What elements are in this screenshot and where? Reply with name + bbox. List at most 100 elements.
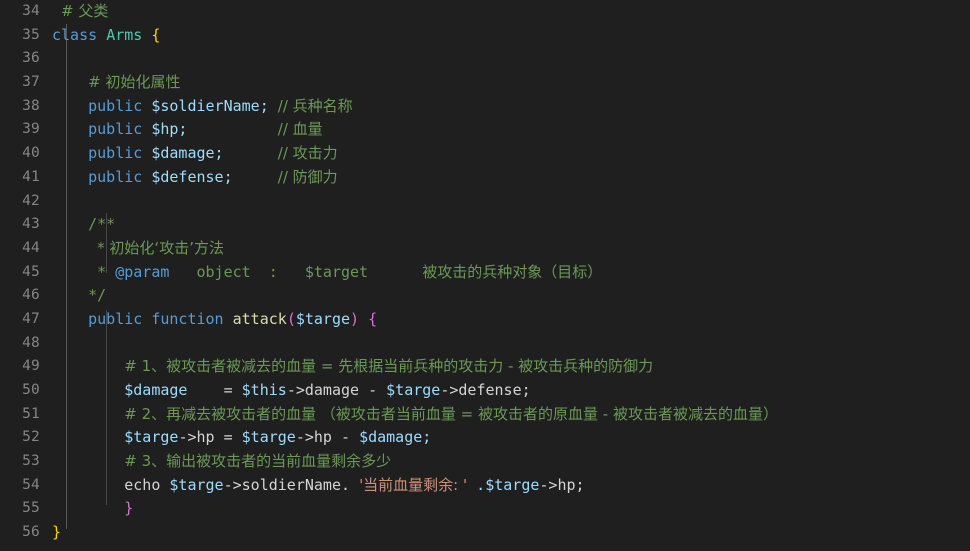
token-property: ->damage: [286, 381, 360, 399]
line-number: 39: [22, 121, 40, 138]
token-keyword-class: class: [52, 25, 98, 44]
token-comment: // 兵种名称: [277, 96, 353, 115]
token-comment: # 父类: [61, 2, 109, 20]
code-content[interactable]: # 父类 class Arms { # 初始化属性 public $soldie…: [52, 0, 970, 551]
token-comment: // 血量: [277, 120, 323, 139]
token-variable: $soldierName;: [151, 96, 269, 115]
token-brace-close: }: [52, 523, 62, 542]
token-variable: $defense;: [151, 167, 233, 186]
token-docblock-open: /**: [88, 215, 116, 234]
token-doc-param-name: $target: [304, 262, 369, 281]
token-class-name: Arms: [106, 25, 143, 44]
line-number: 51: [22, 405, 40, 422]
code-line-empty[interactable]: [52, 190, 970, 214]
token-brace-open: {: [368, 309, 378, 328]
token-operator-assign: =: [223, 381, 233, 399]
token-comment: # 1、被攻击者被减去的血量 = 先根据当前兵种的攻击力 - 被攻击兵种的防御力: [124, 357, 654, 376]
token-variable: $hp;: [151, 120, 188, 139]
code-line[interactable]: # 2、再减去被攻击者的血量 （被攻击者当前血量 = 被攻击者的原血量 - 被攻…: [52, 403, 970, 427]
token-keyword-function: function: [151, 309, 224, 328]
token-variable: $targe: [241, 428, 296, 447]
code-line[interactable]: public $defense; // 防御力: [52, 166, 970, 190]
token-keyword-public: public: [88, 309, 143, 328]
line-number: 55: [22, 500, 40, 517]
token-variable-arg: $targe: [295, 309, 351, 328]
token-variable-this: $this: [241, 381, 287, 399]
line-number: 41: [22, 168, 40, 185]
token-comment: // 攻击力: [277, 144, 338, 163]
token-keyword-public: public: [88, 167, 143, 186]
code-line[interactable]: echo $targe->soldierName. '当前血量剩余: ' .$t…: [52, 474, 970, 498]
code-editor[interactable]: 34 35 36 37 38 39 40 41 42 43 44 45 46 4…: [0, 0, 970, 551]
code-line[interactable]: # 3、输出被攻击者的当前血量剩余多少: [52, 450, 970, 474]
token-comment: # 3、输出被攻击者的当前血量剩余多少: [124, 452, 392, 471]
token-operator-minus: -: [341, 428, 351, 447]
line-number: 52: [22, 429, 40, 446]
token-docblock-text: * 初始化‘攻击’方法: [97, 238, 224, 257]
token-docblock-close: */: [88, 286, 107, 305]
token-paren-close: ): [350, 309, 360, 328]
code-line[interactable]: }: [52, 521, 970, 545]
code-line-empty[interactable]: [52, 47, 970, 71]
line-number: 44: [22, 239, 40, 256]
line-number: 40: [22, 145, 40, 162]
token-paren-open: (: [286, 309, 296, 328]
line-number: 36: [22, 50, 40, 67]
token-variable: $damage;: [151, 144, 224, 163]
code-line[interactable]: public function attack($targe) {: [52, 308, 970, 332]
token-keyword-public: public: [88, 144, 143, 163]
token-comment: // 防御力: [277, 167, 338, 186]
token-variable: $targe: [169, 475, 224, 494]
token-docblock-star: *: [97, 262, 107, 281]
line-number: 50: [22, 382, 40, 398]
token-string: '当前血量剩余: ': [359, 475, 468, 494]
line-number: 56: [22, 524, 40, 541]
token-property: ->defense;: [440, 381, 531, 399]
line-number: 54: [22, 476, 40, 493]
token-property: ->hp: [295, 428, 332, 447]
line-number: 34: [22, 3, 40, 19]
token-variable: $damage;: [359, 428, 432, 447]
code-line[interactable]: public $damage; // 攻击力: [52, 142, 970, 166]
line-number: 48: [22, 334, 40, 351]
code-line[interactable]: # 初始化属性: [52, 71, 970, 95]
token-function-name: attack: [232, 309, 287, 328]
line-number: 45: [22, 263, 40, 280]
code-line[interactable]: * @param object : $target 被攻击的兵种对象（目标）: [52, 261, 970, 285]
token-property: ->hp: [178, 428, 215, 447]
code-line[interactable]: # 1、被攻击者被减去的血量 = 先根据当前兵种的攻击力 - 被攻击兵种的防御力: [52, 355, 970, 379]
token-variable-concat: .$targe: [476, 475, 540, 494]
token-property: ->soldierName.: [223, 475, 351, 494]
line-number: 37: [22, 74, 40, 91]
code-line[interactable]: }: [52, 497, 970, 521]
token-comment: # 2、再减去被攻击者的血量 （被攻击者当前血量 = 被攻击者的原血量 - 被攻…: [124, 404, 778, 423]
line-number-gutter: 34 35 36 37 38 39 40 41 42 43 44 45 46 4…: [0, 0, 52, 545]
line-number: 53: [22, 453, 40, 470]
token-comment: # 初始化属性: [88, 73, 181, 92]
line-number: 35: [22, 26, 40, 43]
code-line[interactable]: public $hp; // 血量: [52, 118, 970, 142]
token-doc-type: object: [196, 262, 251, 281]
token-variable: $targe: [386, 381, 441, 399]
code-line-empty[interactable]: [52, 332, 970, 356]
line-number: 43: [22, 216, 40, 233]
token-variable: $damage: [124, 381, 188, 399]
line-number: 47: [22, 310, 40, 327]
code-line[interactable]: # 父类: [52, 0, 970, 24]
token-variable: $targe: [124, 428, 179, 447]
code-line[interactable]: $targe->hp = $targe->hp - $damage;: [52, 426, 970, 450]
code-line[interactable]: * 初始化‘攻击’方法: [52, 237, 970, 261]
line-number: 38: [22, 97, 40, 114]
code-line[interactable]: */: [52, 284, 970, 308]
token-doc-tag-param: @param: [115, 262, 170, 281]
token-brace-close: }: [124, 499, 134, 518]
token-operator-minus: -: [368, 381, 378, 399]
code-line[interactable]: /**: [52, 213, 970, 237]
code-line[interactable]: $damage = $this->damage - $targe->defens…: [52, 379, 970, 403]
token-keyword-public: public: [88, 96, 143, 115]
token-keyword-public: public: [88, 120, 143, 139]
line-number: 42: [22, 192, 40, 209]
code-line[interactable]: class Arms {: [52, 24, 970, 48]
token-brace-open: {: [151, 25, 161, 44]
code-line[interactable]: public $soldierName; // 兵种名称: [52, 95, 970, 119]
